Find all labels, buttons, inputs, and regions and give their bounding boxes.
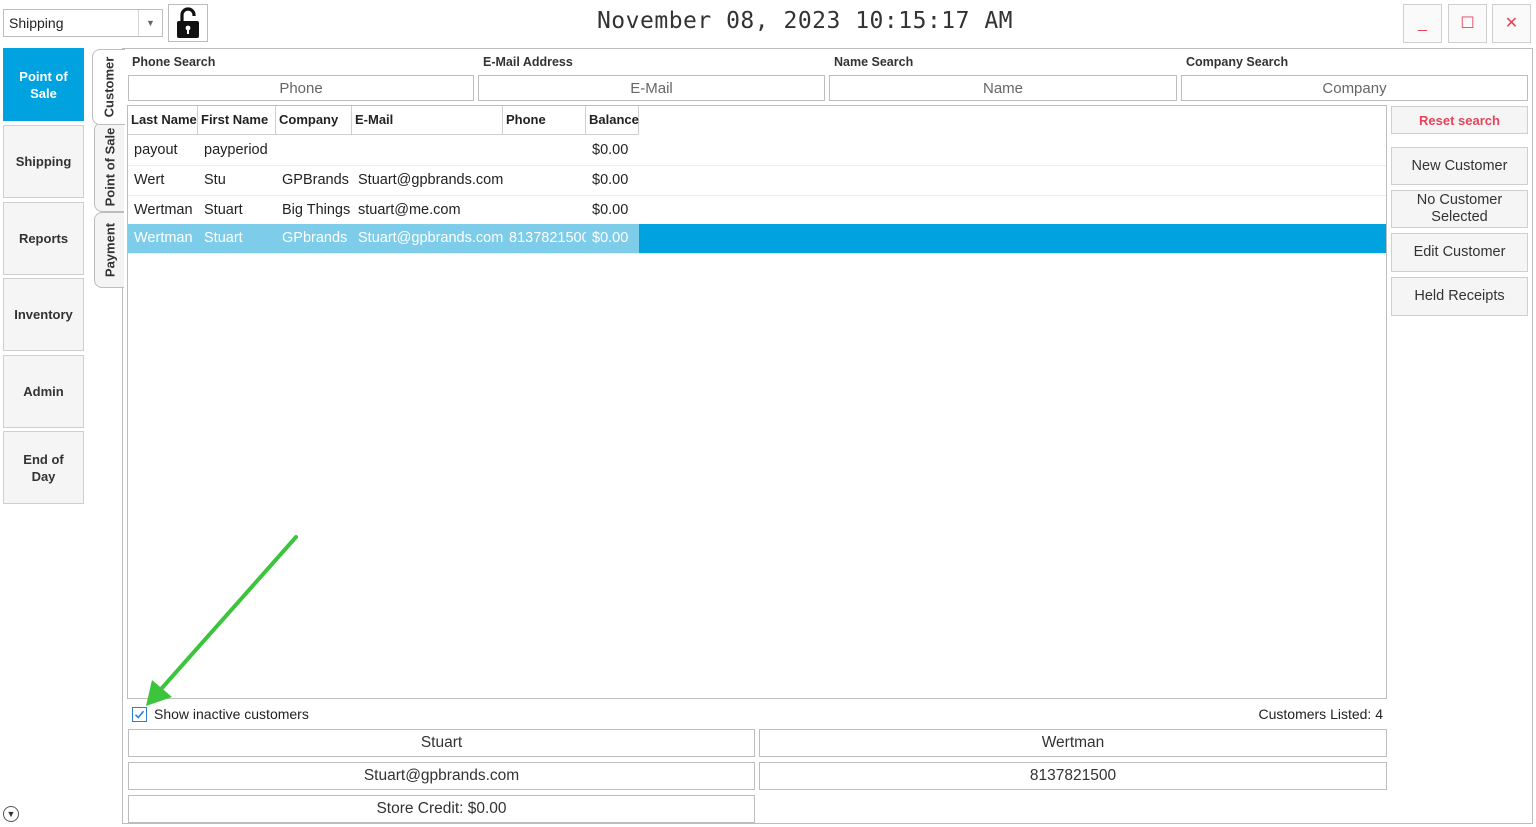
column-balance[interactable]: Balance	[586, 106, 639, 135]
show-inactive-checkbox[interactable]	[132, 707, 147, 722]
company-search-input[interactable]	[1181, 75, 1528, 101]
cell-phone	[503, 196, 586, 225]
show-inactive-label[interactable]: Show inactive customers	[154, 706, 309, 722]
tab-customer[interactable]: Customer	[92, 49, 125, 125]
cell-phone: 8137821500	[503, 224, 586, 253]
cell-balance: $0.00	[592, 202, 629, 218]
cell-phone	[503, 166, 586, 195]
email-search-input[interactable]	[478, 75, 825, 101]
column-company[interactable]: Company	[276, 106, 352, 135]
tab-payment[interactable]: Payment	[94, 212, 124, 288]
cell-first-name: Stuart	[198, 224, 276, 253]
close-button[interactable]: ✕	[1492, 4, 1531, 43]
email-search-label: E-Mail Address	[483, 55, 573, 69]
cell-first-name: Stuart	[204, 202, 243, 218]
grid-header: Last Name First Name Company E-Mail Phon…	[128, 106, 639, 135]
selected-row-fill	[639, 224, 1386, 253]
column-first-name[interactable]: First Name	[198, 106, 276, 135]
column-email[interactable]: E-Mail	[352, 106, 503, 135]
maximize-button[interactable]: ☐	[1448, 4, 1487, 43]
column-last-name[interactable]: Last Name	[128, 106, 198, 135]
cell-balance: $0.00	[592, 142, 629, 158]
table-row[interactable]: Wertman Stuart Big Things stuart@me.com …	[128, 196, 1386, 226]
phone-search-input[interactable]	[128, 75, 474, 101]
cell-first-name: Stu	[204, 172, 226, 188]
name-search-label: Name Search	[834, 55, 914, 69]
no-customer-selected-button[interactable]: No Customer Selected	[1391, 190, 1528, 228]
reset-search-button[interactable]: Reset search	[1391, 106, 1528, 134]
cell-last-name: Wertman	[128, 224, 198, 253]
cell-company: GPbrands	[276, 224, 352, 253]
table-row-selected[interactable]: Wertman Stuart GPbrands Stuart@gpbrands.…	[128, 224, 1386, 254]
cell-balance: $0.00	[586, 224, 639, 253]
customer-last-name: Wertman	[759, 729, 1387, 757]
nav-reports[interactable]: Reports	[3, 202, 84, 275]
customer-grid: Last Name First Name Company E-Mail Phon…	[127, 105, 1387, 699]
cell-email: stuart@me.com	[358, 202, 461, 218]
nav-shipping[interactable]: Shipping	[3, 125, 84, 198]
cell-company: Big Things	[282, 202, 351, 218]
tab-customer-label: Customer	[101, 56, 117, 118]
company-search-label: Company Search	[1186, 55, 1289, 69]
checkmark-icon	[134, 710, 145, 719]
cell-last-name: Wertman	[134, 202, 193, 218]
customer-email: Stuart@gpbrands.com	[128, 762, 755, 790]
tab-payment-label: Payment	[102, 222, 117, 278]
tab-point-of-sale[interactable]: Point of Sale	[94, 122, 124, 212]
table-row[interactable]: payout payperiod $0.00	[128, 136, 1386, 166]
edit-customer-button[interactable]: Edit Customer	[1391, 233, 1528, 272]
cell-company: GPBrands	[282, 172, 349, 188]
department-select-value: Shipping	[9, 15, 64, 31]
column-phone[interactable]: Phone	[503, 106, 586, 135]
department-select[interactable]: Shipping ▼	[3, 9, 163, 37]
tab-point-of-sale-label: Point of Sale	[102, 127, 117, 207]
nav-end-of-day[interactable]: End of Day	[3, 431, 84, 504]
customer-first-name: Stuart	[128, 729, 755, 757]
table-row[interactable]: Wert Stu GPBrands Stuart@gpbrands.com $0…	[128, 166, 1386, 196]
chevron-circle-down-icon[interactable]: ▼	[3, 806, 19, 822]
cell-first-name: payperiod	[204, 142, 268, 158]
chevron-down-icon[interactable]: ▼	[138, 10, 162, 36]
cell-last-name: payout	[134, 142, 178, 158]
cell-balance: $0.00	[592, 172, 629, 188]
customer-store-credit: Store Credit: $0.00	[128, 795, 755, 823]
customer-phone: 8137821500	[759, 762, 1387, 790]
cell-last-name: Wert	[134, 172, 165, 188]
cell-email: Stuart@gpbrands.com	[352, 224, 503, 253]
cell-company	[276, 136, 352, 165]
cell-phone	[503, 136, 586, 165]
nav-admin[interactable]: Admin	[3, 355, 84, 428]
held-receipts-button[interactable]: Held Receipts	[1391, 277, 1528, 316]
cell-email	[352, 136, 503, 165]
phone-search-label: Phone Search	[132, 55, 216, 69]
nav-point-of-sale[interactable]: Point of Sale	[3, 48, 84, 121]
datetime-display: November 08, 2023 10:15:17 AM	[596, 8, 1014, 34]
minimize-button[interactable]: _	[1403, 4, 1442, 43]
unlocked-padlock-icon	[177, 7, 199, 38]
new-customer-button[interactable]: New Customer	[1391, 147, 1528, 185]
customers-listed-count: Customers Listed: 4	[1258, 706, 1384, 722]
name-search-input[interactable]	[829, 75, 1177, 101]
nav-inventory[interactable]: Inventory	[3, 278, 84, 351]
cell-email: Stuart@gpbrands.com	[358, 172, 503, 188]
lock-button[interactable]	[168, 4, 208, 42]
